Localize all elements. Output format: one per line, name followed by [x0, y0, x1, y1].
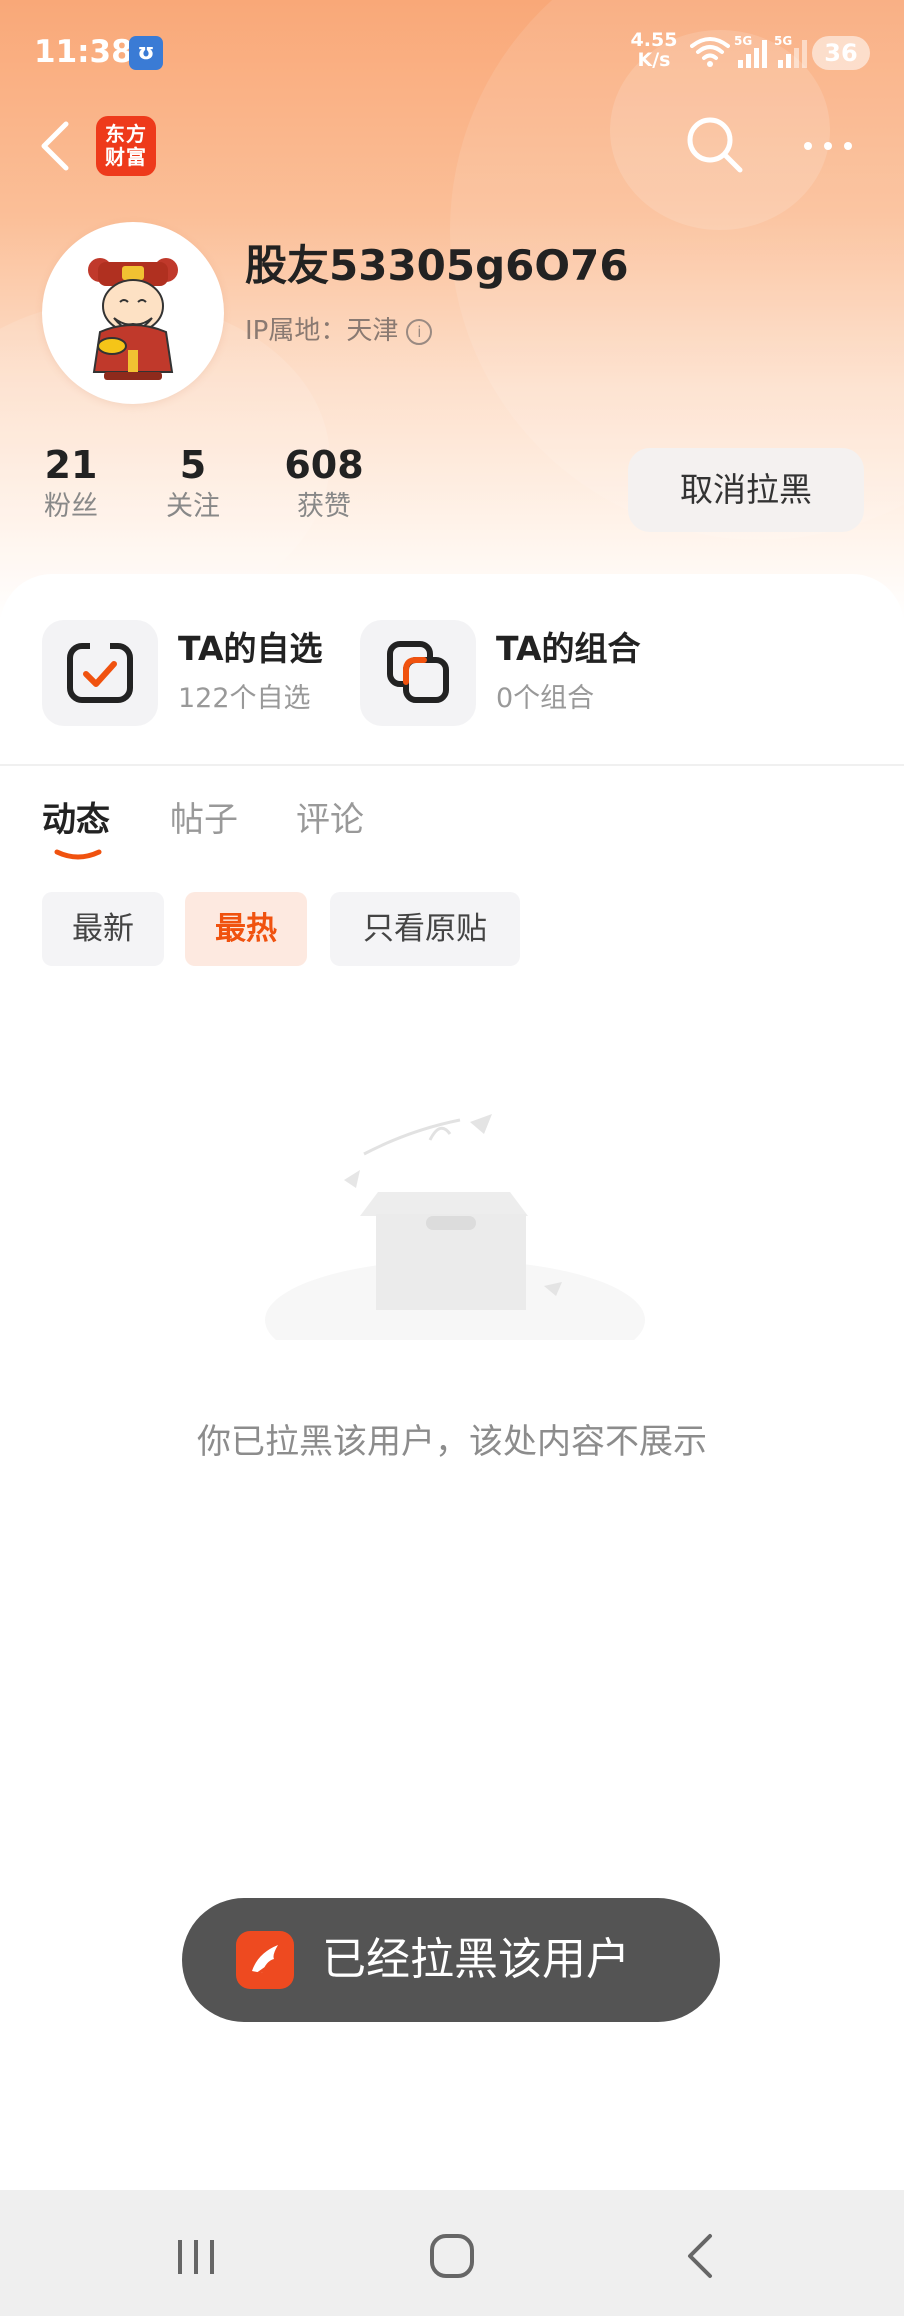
search-icon[interactable]: [682, 112, 746, 176]
watchlist-count: 122个自选: [178, 683, 311, 714]
stat-followers[interactable]: 21 粉丝: [40, 442, 102, 526]
notification-app-icon: ʊ: [129, 36, 163, 70]
status-bar: 11:38 ʊ 4.55 K/s 5G 5G 36: [0, 0, 904, 110]
filter-latest[interactable]: 最新: [42, 892, 164, 966]
divider: [0, 764, 904, 766]
app-logo: 东方 财富: [96, 116, 156, 176]
back-icon[interactable]: [36, 118, 76, 174]
portfolio-count: 0个组合: [496, 683, 595, 714]
tab-comments[interactable]: 评论: [296, 792, 364, 841]
tab-activity[interactable]: 动态: [42, 792, 110, 841]
toast-notification: 已经拉黑该用户: [182, 1898, 720, 2022]
portfolio-icon: [387, 641, 449, 703]
stat-following[interactable]: 5 关注: [162, 442, 224, 526]
stat-likes[interactable]: 608 获赞: [282, 442, 366, 526]
empty-box-illustration: [265, 1114, 645, 1340]
toast-message: 已经拉黑该用户: [322, 1934, 630, 1985]
caishen-avatar-icon: [88, 258, 178, 380]
more-icon[interactable]: [800, 128, 856, 164]
recent-apps-icon[interactable]: [166, 2228, 226, 2284]
nav-back-icon[interactable]: [672, 2228, 732, 2284]
filter-hottest[interactable]: 最热: [185, 892, 307, 966]
tab-posts[interactable]: 帖子: [170, 792, 238, 841]
filter-original-only[interactable]: 只看原贴: [330, 892, 520, 966]
home-icon[interactable]: [422, 2228, 482, 2284]
status-time: 11:38: [34, 34, 133, 70]
info-icon[interactable]: i: [406, 318, 433, 345]
portfolio-title[interactable]: TA的组合: [496, 622, 641, 670]
tab-active-indicator: [54, 849, 102, 860]
app-logo-icon: [236, 1931, 294, 1989]
empty-state-message: 你已拉黑该用户，该处内容不展示: [197, 1422, 707, 1462]
ip-location: IP属地：天津 i: [245, 310, 433, 347]
wifi-icon: [690, 37, 730, 67]
network-speed: 4.55 K/s: [630, 29, 678, 71]
battery-indicator: 36: [812, 36, 870, 70]
watchlist-entry[interactable]: [42, 620, 158, 726]
unblock-button[interactable]: 取消拉黑: [628, 448, 864, 532]
watchlist-title[interactable]: TA的自选: [178, 622, 323, 670]
username: 股友53305g6O76: [245, 241, 629, 290]
system-nav-bar: [0, 2190, 904, 2316]
signal-icon: 5G: [734, 34, 770, 74]
watchlist-icon: [67, 642, 133, 703]
avatar[interactable]: [42, 222, 224, 404]
portfolio-entry[interactable]: [360, 620, 476, 726]
signal-icon: 5G: [774, 34, 810, 74]
